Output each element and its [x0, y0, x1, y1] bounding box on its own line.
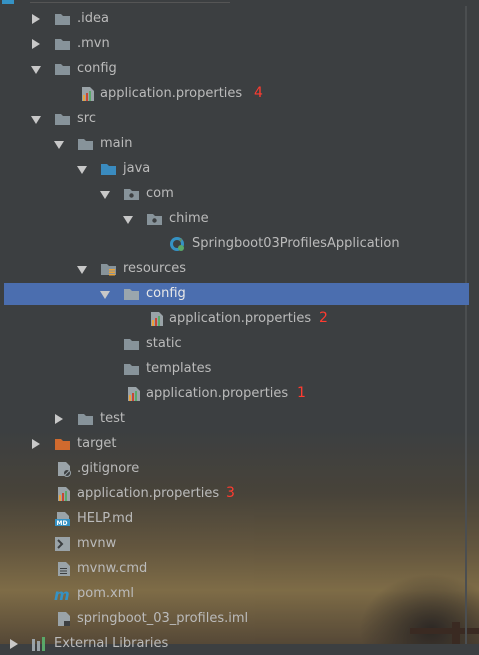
tree-item-label: config	[146, 286, 186, 301]
tree-item-application-class[interactable]: Springboot03ProfilesApplication	[4, 233, 469, 255]
project-header	[0, 0, 479, 6]
tree-item-iml[interactable]: springboot_03_profiles.iml	[4, 608, 469, 630]
tree-item-label: pom.xml	[77, 586, 134, 601]
folder-icon	[55, 14, 70, 25]
tree-item-gitignore[interactable]: .gitignore	[4, 458, 469, 480]
spring-class-icon	[170, 237, 184, 251]
tree-item-mvn[interactable]: .mvn	[4, 33, 469, 55]
package-icon	[124, 189, 139, 200]
tree-item-label: target	[77, 436, 117, 451]
tree-item-src[interactable]: src	[4, 108, 469, 130]
tree-item-target[interactable]: target	[4, 433, 469, 455]
expand-arrow-icon[interactable]	[32, 14, 40, 24]
markdown-file-icon: MD	[55, 512, 70, 527]
tree-item-java[interactable]: java	[4, 158, 469, 180]
expand-arrow-icon[interactable]	[32, 439, 40, 449]
tree-item-application-properties[interactable]: application.properties 4	[4, 83, 469, 105]
tree-item-label: application.properties	[169, 311, 312, 326]
libraries-icon	[32, 637, 45, 651]
tree-item-application-properties[interactable]: application.properties 1	[4, 383, 469, 405]
tree-item-application-properties[interactable]: application.properties 3	[4, 483, 469, 505]
annotation-number: 4	[254, 85, 263, 101]
expand-arrow-icon[interactable]	[10, 639, 18, 649]
tree-item-label: config	[77, 61, 117, 76]
tree-item-idea[interactable]: .idea	[4, 8, 469, 30]
collapse-arrow-icon[interactable]	[54, 141, 64, 149]
collapse-arrow-icon[interactable]	[77, 266, 87, 274]
svg-text:m: m	[54, 586, 70, 602]
expand-arrow-icon[interactable]	[55, 414, 63, 424]
tree-item-label: HELP.md	[77, 511, 134, 526]
tree-item-label: main	[100, 136, 133, 151]
tree-item-label: com	[146, 186, 174, 201]
tree-item-label: .idea	[77, 11, 109, 26]
tree-item-label: java	[123, 161, 151, 176]
properties-file-icon	[128, 387, 140, 401]
tree-item-label: application.properties	[146, 386, 289, 401]
iml-file-icon	[58, 612, 70, 626]
tree-item-label: mvnw.cmd	[77, 561, 148, 576]
folder-icon	[124, 364, 139, 375]
tree-item-label: application.properties	[77, 486, 220, 501]
text-file-icon	[58, 562, 70, 576]
tree-item-label: springboot_03_profiles.iml	[77, 611, 249, 626]
tree-item-com[interactable]: com	[4, 183, 469, 205]
annotation-number: 3	[226, 485, 235, 501]
collapse-arrow-icon[interactable]	[31, 66, 41, 74]
properties-file-icon	[58, 487, 70, 501]
expand-arrow-icon[interactable]	[32, 39, 40, 49]
shell-file-icon	[55, 537, 70, 551]
tree-item-pom-xml[interactable]: m pom.xml	[4, 583, 469, 605]
tree-item-config[interactable]: config	[4, 58, 469, 80]
tree-item-main[interactable]: main	[4, 133, 469, 155]
tree-item-test[interactable]: test	[4, 408, 469, 430]
tree-item-label: static	[146, 336, 182, 351]
folder-icon	[78, 414, 93, 425]
svg-text:MD: MD	[57, 520, 68, 527]
tree-item-templates[interactable]: templates	[4, 358, 469, 380]
ignored-file-icon	[58, 462, 71, 477]
tree-item-mvnw[interactable]: mvnw	[4, 533, 469, 555]
annotation-number: 2	[319, 310, 328, 326]
tree-item-application-properties[interactable]: application.properties 2	[4, 308, 469, 330]
tree-item-label: application.properties	[100, 86, 243, 101]
annotation-number: 1	[297, 385, 306, 401]
folder-icon	[55, 64, 70, 75]
tree-item-mvnw-cmd[interactable]: mvnw.cmd	[4, 558, 469, 580]
tree-item-label: resources	[123, 261, 187, 276]
tree-item-label: chime	[169, 211, 209, 226]
folder-icon	[124, 339, 139, 350]
tree-item-label: .mvn	[77, 36, 110, 51]
excluded-folder-icon	[55, 439, 70, 450]
tree-item-label: mvnw	[77, 536, 117, 551]
tree-item-label: .gitignore	[77, 461, 140, 476]
tree-item-help-md[interactable]: MD HELP.md	[4, 508, 469, 530]
resources-folder-icon	[101, 264, 116, 276]
collapse-arrow-icon[interactable]	[100, 191, 110, 199]
collapse-arrow-icon[interactable]	[77, 166, 87, 174]
tree-item-static[interactable]: static	[4, 333, 469, 355]
collapse-arrow-icon[interactable]	[100, 291, 110, 299]
tree-item-resources[interactable]: resources	[4, 258, 469, 280]
maven-file-icon: m	[54, 586, 70, 602]
tree-item-label: test	[100, 411, 125, 426]
folder-icon	[55, 114, 70, 125]
tree-item-label: src	[77, 111, 96, 126]
package-icon	[147, 214, 162, 225]
tree-item-chime[interactable]: chime	[4, 208, 469, 230]
folder-icon	[78, 139, 93, 150]
tree-item-label: Springboot03ProfilesApplication	[192, 236, 400, 251]
folder-icon	[55, 39, 70, 50]
tree-item-resources-config[interactable]: config	[4, 283, 469, 305]
properties-file-icon	[82, 87, 94, 101]
source-folder-icon	[101, 164, 116, 175]
collapse-arrow-icon[interactable]	[123, 216, 133, 224]
tree-item-label: templates	[146, 361, 212, 376]
collapse-arrow-icon[interactable]	[31, 116, 41, 124]
properties-file-icon	[151, 312, 163, 326]
folder-icon	[124, 289, 139, 300]
tree-item-external-libraries[interactable]: External Libraries	[4, 633, 469, 655]
